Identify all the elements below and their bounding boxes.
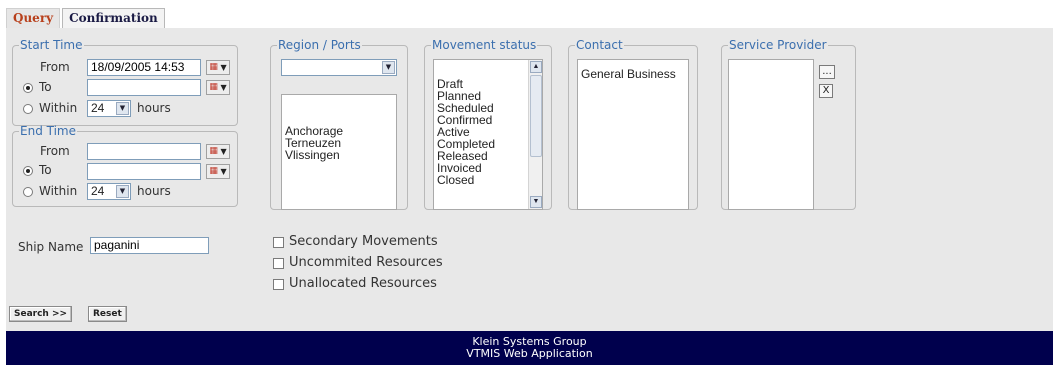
search-button[interactable]: Search >> xyxy=(9,306,73,322)
start-from-calendar-button[interactable]: ▦ ▼ xyxy=(206,60,230,75)
scrollbar-thumb[interactable] xyxy=(530,75,542,157)
calendar-icon: ▦ xyxy=(209,62,218,72)
movement-status-group: Movement status Draft Planned Scheduled … xyxy=(424,38,552,210)
end-within-value: 24 xyxy=(91,184,105,198)
ship-name-label: Ship Name xyxy=(18,240,84,254)
chevron-down-icon[interactable]: ▼ xyxy=(530,196,542,208)
calendar-icon: ▦ xyxy=(209,146,218,156)
service-provider-browse-button[interactable]: ... xyxy=(819,65,835,79)
start-to-calendar-button[interactable]: ▦ ▼ xyxy=(206,80,230,95)
service-provider-legend: Service Provider xyxy=(729,38,827,52)
ports-listbox[interactable]: Anchorage Terneuzen Vlissingen xyxy=(281,94,397,210)
end-to-radio[interactable] xyxy=(23,166,33,176)
unallocated-resources-checkbox[interactable] xyxy=(273,279,284,290)
start-within-label: Within xyxy=(39,101,78,115)
list-item[interactable]: Closed xyxy=(434,174,542,186)
end-time-legend: End Time xyxy=(20,124,76,138)
region-select[interactable]: ▼ xyxy=(281,59,397,76)
end-to-label: To xyxy=(39,163,52,177)
end-to-input[interactable] xyxy=(87,163,201,180)
service-provider-group: Service Provider ... X xyxy=(721,38,856,210)
list-item[interactable]: Vlissingen xyxy=(282,149,396,161)
uncommited-resources-label: Uncommited Resources xyxy=(289,255,443,270)
chevron-down-icon[interactable]: ▼ xyxy=(116,102,129,115)
service-provider-clear-button[interactable]: X xyxy=(819,84,833,98)
end-from-label: From xyxy=(40,144,70,158)
chevron-down-icon[interactable]: ▼ xyxy=(382,61,395,74)
chevron-down-icon[interactable]: ▼ xyxy=(116,185,129,198)
contact-group: Contact General Business xyxy=(568,38,698,210)
unallocated-resources-label: Unallocated Resources xyxy=(289,276,437,291)
contact-legend: Contact xyxy=(576,38,623,52)
start-from-label: From xyxy=(40,60,70,74)
region-ports-group: Region / Ports ▼ Anchorage Terneuzen Vli… xyxy=(270,38,408,210)
chevron-down-icon: ▼ xyxy=(220,63,227,72)
uncommited-resources-checkbox[interactable] xyxy=(273,258,284,269)
region-ports-legend: Region / Ports xyxy=(278,38,361,52)
end-to-calendar-button[interactable]: ▦ ▼ xyxy=(206,164,230,179)
secondary-movements-label: Secondary Movements xyxy=(289,234,438,249)
start-to-input[interactable] xyxy=(87,79,201,96)
chevron-down-icon: ▼ xyxy=(220,147,227,156)
end-within-label: Within xyxy=(39,184,78,198)
end-from-calendar-button[interactable]: ▦ ▼ xyxy=(206,144,230,159)
start-time-legend: Start Time xyxy=(20,38,83,52)
calendar-icon: ▦ xyxy=(209,82,218,92)
start-within-radio[interactable] xyxy=(23,104,33,114)
contact-listbox[interactable]: General Business xyxy=(577,59,689,210)
list-item[interactable]: General Business xyxy=(578,68,688,80)
start-within-select[interactable]: 24 ▼ xyxy=(87,100,131,117)
footer-application: VTMIS Web Application xyxy=(466,347,593,360)
movement-status-listbox[interactable]: Draft Planned Scheduled Confirmed Active… xyxy=(433,59,543,210)
chevron-down-icon: ▼ xyxy=(220,167,227,176)
tab-confirmation[interactable]: Confirmation xyxy=(62,8,165,28)
start-to-label: To xyxy=(39,80,52,94)
start-from-input[interactable]: 18/09/2005 14:53 xyxy=(87,59,201,76)
start-within-value: 24 xyxy=(91,101,105,115)
movement-status-legend: Movement status xyxy=(432,38,537,52)
query-panel: Start Time From 18/09/2005 14:53 ▦ ▼ To ▦… xyxy=(6,28,1053,331)
start-to-radio[interactable] xyxy=(23,83,33,93)
chevron-up-icon[interactable]: ▲ xyxy=(530,61,542,73)
reset-button[interactable]: Reset xyxy=(88,306,127,322)
start-hours-label: hours xyxy=(137,101,171,115)
service-provider-listbox[interactable] xyxy=(728,59,814,210)
footer: Klein Systems Group VTMIS Web Applicatio… xyxy=(6,331,1053,365)
end-within-radio[interactable] xyxy=(23,187,33,197)
end-from-input[interactable] xyxy=(87,143,201,160)
movement-status-scrollbar[interactable]: ▲ ▼ xyxy=(528,60,542,209)
ship-name-input[interactable]: paganini xyxy=(90,237,209,254)
end-within-select[interactable]: 24 ▼ xyxy=(87,183,131,200)
tab-query[interactable]: Query xyxy=(6,8,61,28)
end-hours-label: hours xyxy=(137,184,171,198)
chevron-down-icon: ▼ xyxy=(220,83,227,92)
secondary-movements-checkbox[interactable] xyxy=(273,237,284,248)
end-time-group: End Time From ▦ ▼ To ▦ ▼ Within 24 ▼ hours xyxy=(12,124,238,207)
calendar-icon: ▦ xyxy=(209,166,218,176)
tab-bar: Query Confirmation xyxy=(6,8,167,28)
start-time-group: Start Time From 18/09/2005 14:53 ▦ ▼ To ▦… xyxy=(12,38,238,126)
